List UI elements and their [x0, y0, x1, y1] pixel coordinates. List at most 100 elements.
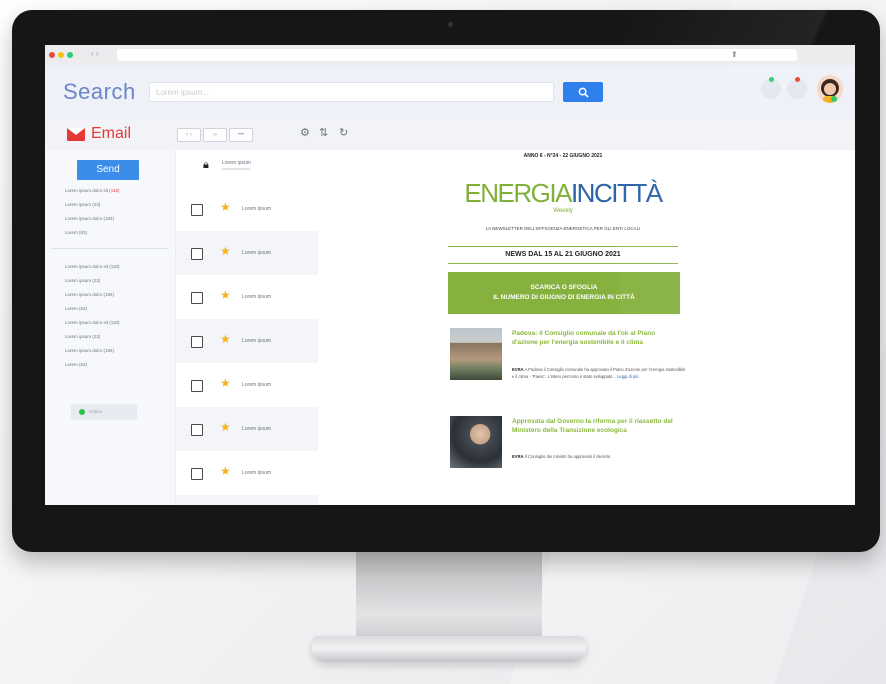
article-text: Il Consiglio dei ministri ha approvato i…	[523, 454, 611, 459]
message-checkbox[interactable]	[191, 468, 203, 480]
star-icon[interactable]: ★	[220, 288, 231, 302]
message-subject: Lorem ipsum	[242, 206, 271, 212]
newsletter-logo: ENERGIAINCITTÀ	[438, 178, 688, 209]
sliders-icon[interactable]: ⇅	[319, 126, 328, 139]
message-subject: Lorem ipsum	[242, 338, 271, 344]
sidebar-item[interactable]: Lorem ipsum (23)	[65, 202, 100, 207]
notification-icon[interactable]	[761, 77, 781, 99]
star-icon[interactable]: ★	[220, 244, 231, 258]
status-indicator[interactable]: Online	[71, 404, 137, 420]
sidebar-item[interactable]: Lorem ipsum dolor sit (118)	[65, 264, 119, 269]
close-dot[interactable]	[49, 52, 55, 58]
message-row[interactable]: ★ Lorem ipsum	[176, 319, 318, 363]
lock-icon: 🔒︎	[203, 159, 209, 171]
sidebar-item[interactable]: Lorem ipsum dolor (194)	[65, 292, 114, 297]
message-checkbox[interactable]	[191, 292, 203, 304]
star-icon[interactable]: ★	[220, 200, 231, 214]
message-checkbox[interactable]	[191, 380, 203, 392]
article-excerpt: EVRA A Padova il Consiglio comunale ha a…	[512, 367, 688, 380]
message-subject: Lorem ipsum	[242, 250, 271, 256]
screen: ‹ › ⬆ Search Lorem ipsum... Email ‹ › ‹›…	[45, 45, 855, 505]
message-preview-line	[222, 168, 250, 170]
sidebar-item-count: (118)	[109, 188, 120, 193]
article-text: A Padova il Consiglio comunale ha approv…	[512, 367, 686, 379]
logo-text-energia: ENERGIA	[464, 178, 572, 208]
avatar[interactable]	[817, 75, 843, 103]
message-subject: Lorem ipsum	[242, 382, 271, 388]
sidebar-item[interactable]: Lorem (63)	[65, 306, 87, 311]
toolbar-btn-more[interactable]: •••	[229, 128, 253, 142]
search-button[interactable]	[563, 82, 603, 102]
status-label: Online	[89, 409, 103, 414]
star-icon[interactable]: ★	[220, 420, 231, 434]
message-checkbox[interactable]	[191, 248, 203, 260]
message-row[interactable]: ★ Lorem ipsum	[176, 363, 318, 407]
message-subject: Lorem ipsum	[242, 470, 271, 476]
article-thumbnail[interactable]	[450, 416, 502, 468]
reading-pane: ANNO 6 - N°24 - 22 GIUGNO 2021 ENERGIAIN…	[318, 150, 855, 505]
star-icon[interactable]: ★	[220, 464, 231, 478]
message-sender: Lorem ipsum	[222, 160, 251, 166]
banner-line-2: IL NUMERO DI GIUGNO DI ENERGIA IN CITTÀ	[493, 294, 635, 301]
newsletter: ANNO 6 - N°24 - 22 GIUGNO 2021 ENERGIAIN…	[438, 150, 688, 505]
email-label: Email	[91, 125, 132, 142]
sidebar-item[interactable]: Lorem (63)	[65, 362, 87, 367]
address-bar[interactable]	[117, 49, 797, 61]
article-thumbnail[interactable]	[450, 328, 502, 380]
alert-icon[interactable]	[787, 77, 807, 99]
message-row-partial[interactable]	[176, 495, 318, 505]
star-icon[interactable]: ★	[220, 376, 231, 390]
article-source: EVRA	[512, 454, 524, 459]
maximize-dot[interactable]	[67, 52, 73, 58]
article-excerpt: EVRA Il Consiglio dei ministri ha approv…	[512, 454, 688, 461]
message-row[interactable]: ★ Lorem ipsum	[176, 407, 318, 451]
message-checkbox[interactable]	[191, 424, 203, 436]
nav-arrows-icon[interactable]: ‹ ›	[91, 49, 99, 58]
sidebar-item[interactable]: Lorem ipsum (23)	[65, 278, 100, 283]
search-input[interactable]: Lorem ipsum...	[149, 82, 554, 102]
sidebar-item-label: Lorem ipsum dolor sit	[65, 188, 110, 193]
search-icon	[578, 87, 589, 98]
article-title[interactable]: Padova: il Consiglio comunale dà l'ok al…	[512, 330, 682, 347]
message-row[interactable]: ★ Lorem ipsum	[176, 275, 318, 319]
monitor-stand-neck	[356, 552, 542, 640]
refresh-icon[interactable]: ↻	[339, 126, 348, 139]
read-more-link[interactable]: Leggi di più	[617, 374, 638, 379]
monitor-stand-foot	[312, 636, 586, 662]
banner-line-1: SCARICA O SFOGLIA	[530, 284, 598, 291]
issue-line: ANNO 6 - N°24 - 22 GIUGNO 2021	[523, 153, 603, 159]
message-row[interactable]: ★ Lorem ipsum	[176, 231, 318, 275]
sidebar-item[interactable]: Lorem ipsum dolor (194)	[65, 348, 114, 353]
sidebar-item[interactable]: Lorem ipsum dolor sit (118)	[65, 320, 119, 325]
message-subject: Lorem ipsum	[242, 294, 271, 300]
message-subject: Lorem ipsum	[242, 426, 271, 432]
toolbar-btn-reply[interactable]: ‹›	[203, 128, 227, 142]
news-range-heading: NEWS DAL 15 AL 21 GIUGNO 2021	[448, 246, 678, 264]
search-logo: Search	[63, 79, 136, 104]
gear-icon[interactable]: ⚙	[300, 126, 310, 139]
article-source: EVRA	[512, 367, 524, 372]
online-dot-icon	[79, 409, 85, 415]
user-avatar-icon	[821, 79, 839, 103]
message-checkbox[interactable]	[191, 204, 203, 216]
toolbar-btn-prev-next[interactable]: ‹ ›	[177, 128, 201, 142]
sidebar-item[interactable]: Lorem ipsum (23)	[65, 334, 100, 339]
sidebar-item[interactable]: Lorem ipsum dolor sit (118)	[65, 188, 119, 193]
minimize-dot[interactable]	[58, 52, 64, 58]
download-banner[interactable]: SCARICA O SFOGLIA IL NUMERO DI GIUGNO DI…	[448, 272, 680, 314]
message-list: 🔒︎ Lorem ipsum ★ Lorem ipsum ★ Lorem ips…	[176, 150, 318, 505]
envelope-icon	[67, 128, 85, 141]
send-button[interactable]: Send	[77, 160, 139, 180]
share-icon[interactable]: ⬆	[731, 50, 738, 59]
sidebar-divider	[51, 248, 169, 249]
star-icon[interactable]: ★	[220, 332, 231, 346]
sidebar-item[interactable]: Lorem (63)	[65, 230, 87, 235]
message-checkbox[interactable]	[191, 336, 203, 348]
message-row[interactable]: ★ Lorem ipsum	[176, 187, 318, 231]
browser-bar: ‹ › ⬆	[45, 45, 855, 66]
logo-weekly: Weekly	[553, 208, 573, 214]
sidebar-item[interactable]: Lorem ipsum dolor (194)	[65, 216, 114, 221]
article-title[interactable]: Approvata dal Governo la riforma per il …	[512, 418, 682, 435]
message-row[interactable]: ★ Lorem ipsum	[176, 451, 318, 495]
logo-text-incitta: INCITTÀ	[570, 178, 663, 208]
